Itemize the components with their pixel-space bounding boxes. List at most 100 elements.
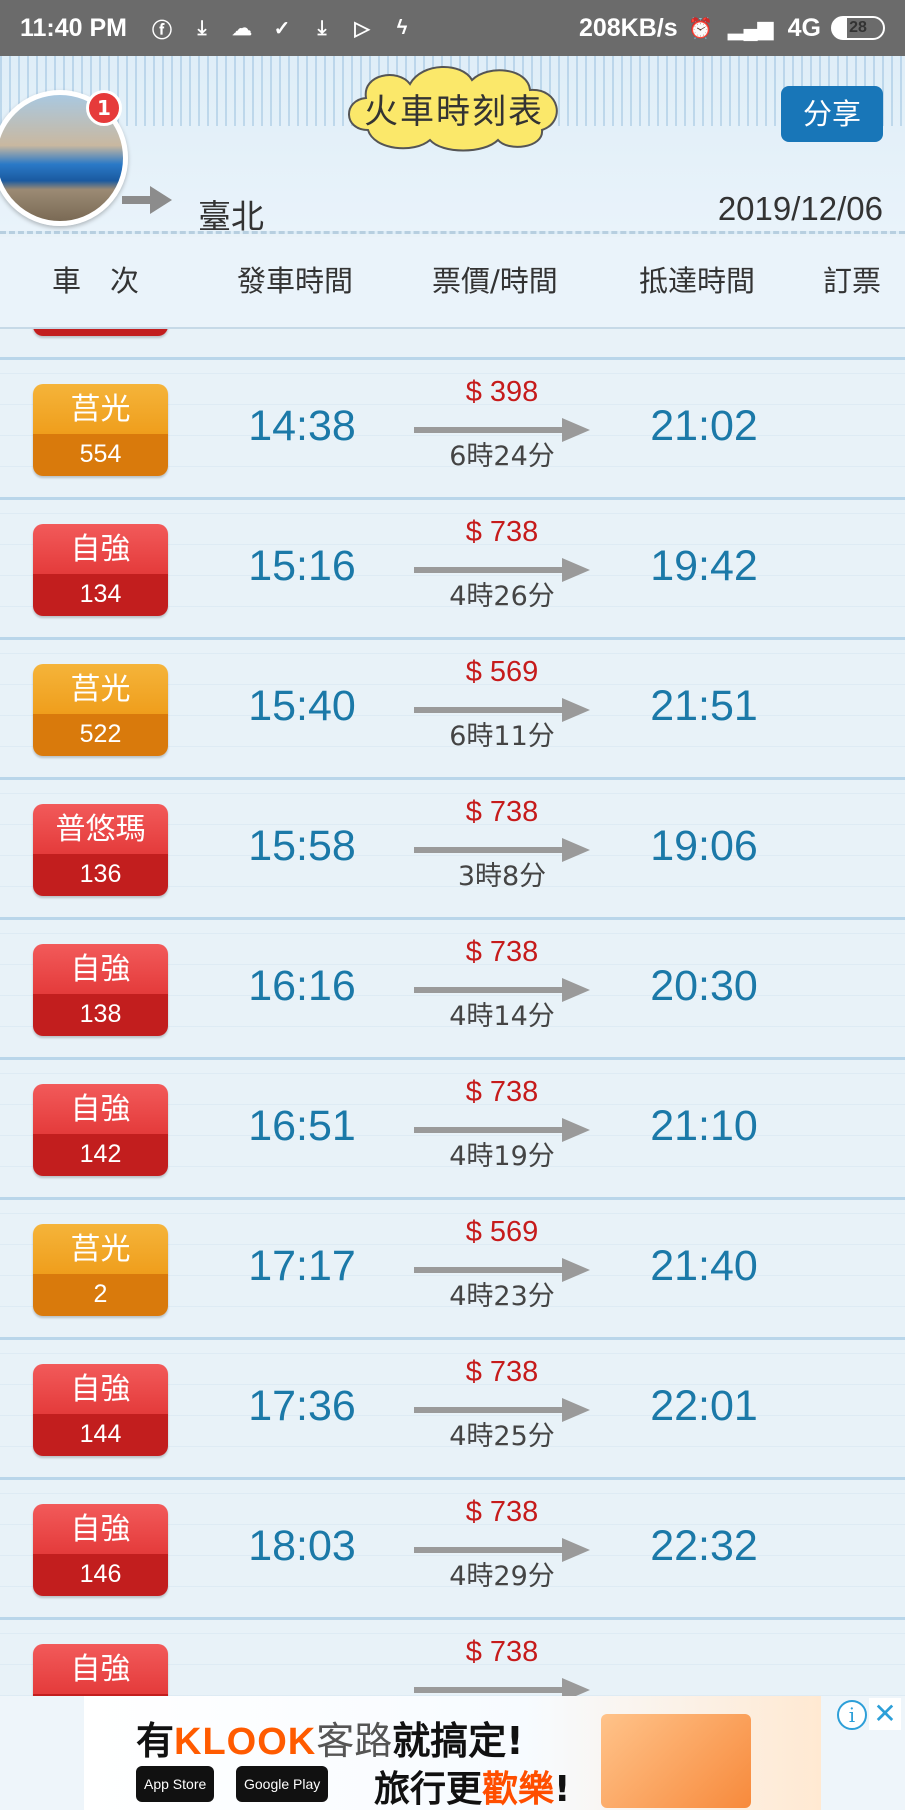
page-title: 火車時刻表 xyxy=(338,60,570,156)
page-title-text: 火車時刻表 xyxy=(364,91,544,132)
ad-text: 歡樂 xyxy=(482,1769,555,1810)
download-icon: ⤓ xyxy=(317,16,327,39)
travel-duration: 3時8分 xyxy=(457,861,547,892)
price-duration: $ 738 4時19分 xyxy=(412,1076,592,1186)
train-type: 自強 xyxy=(33,524,168,574)
notification-badge: 1 xyxy=(86,90,122,126)
app-header: 1 臺北 2019/12/06 火車時刻表 分享 xyxy=(0,56,905,236)
train-number: 136 xyxy=(33,854,168,896)
column-depart: 發車時間 xyxy=(237,264,354,298)
train-row[interactable]: 自強 138 16:16 $ 738 4時14分 20:30 xyxy=(0,920,905,1060)
price-duration: $ 569 4時23分 xyxy=(412,1216,592,1326)
train-number: 138 xyxy=(33,994,168,1036)
status-bar: 11:40 PM ⓕ ⤓ ☁ ✓ ⤓ ▷ ϟ 208KB/s ⏰ ▂▄▆ 4G … xyxy=(0,0,905,56)
train-type-chip[interactable]: 自強 142 xyxy=(33,1084,168,1176)
travel-duration: 4時26分 xyxy=(449,581,555,612)
train-number: 2 xyxy=(33,1274,168,1316)
train-type-chip[interactable]: 自強 144 xyxy=(33,1364,168,1456)
arrive-time: 21:51 xyxy=(650,682,758,730)
price-duration: $ 738 4時25分 xyxy=(412,1356,592,1466)
train-number: 554 xyxy=(33,434,168,476)
check-icon: ✓ xyxy=(273,17,291,40)
arrow-right-icon xyxy=(122,186,172,214)
travel-date[interactable]: 2019/12/06 xyxy=(718,190,883,228)
depart-time: 15:58 xyxy=(248,822,356,870)
train-row[interactable]: 自強 142 16:51 $ 738 4時19分 21:10 xyxy=(0,1060,905,1200)
train-row[interactable]: 莒光 2 17:17 $ 569 4時23分 21:40 xyxy=(0,1200,905,1340)
train-type-chip[interactable]: 莒光 2 xyxy=(33,1224,168,1316)
train-type-chip[interactable]: 普悠瑪 136 xyxy=(33,804,168,896)
train-number: 522 xyxy=(33,714,168,756)
train-number: 128 xyxy=(33,329,168,336)
messenger-icon: ϟ xyxy=(396,16,408,39)
arrive-time: 21:10 xyxy=(650,1102,758,1150)
cloud-icon: ☁ xyxy=(232,17,253,40)
facebook-icon: ⓕ xyxy=(152,19,173,42)
train-type-chip[interactable]: 莒光 554 xyxy=(33,384,168,476)
column-book: 訂票 xyxy=(823,264,882,298)
train-row[interactable]: 莒光 554 14:38 $ 398 6時24分 21:02 xyxy=(0,360,905,500)
arrive-time: 19:42 xyxy=(650,542,758,590)
ticket-price: $ 738 xyxy=(465,1076,539,1108)
price-duration: $ 738 4時14分 xyxy=(412,936,592,1046)
train-list[interactable]: 128 14:19 4時11分 18:30 莒光 554 14:38 $ 398… xyxy=(0,329,905,1696)
train-row[interactable]: 自強 144 17:36 $ 738 4時25分 22:01 xyxy=(0,1340,905,1480)
train-type-chip[interactable]: 莒光 522 xyxy=(33,664,168,756)
depart-time: 17:36 xyxy=(248,1382,356,1430)
price-duration: $ 738 4時26分 xyxy=(412,516,592,626)
ticket-price: $ 738 xyxy=(465,1496,539,1528)
train-type: 普悠瑪 xyxy=(33,804,168,854)
train-type-chip[interactable]: 自強 134 xyxy=(33,524,168,616)
arrive-time: 19:06 xyxy=(650,822,758,870)
ad-close-icon[interactable]: ✕ xyxy=(869,1698,901,1730)
column-arrive: 抵達時間 xyxy=(639,264,756,298)
train-row[interactable]: 128 14:19 4時11分 18:30 xyxy=(0,329,905,360)
train-type: 自強 xyxy=(33,1084,168,1134)
ad-subline: 旅行更歡樂! xyxy=(374,1760,570,1810)
train-number: 144 xyxy=(33,1414,168,1456)
price-duration: $ 569 6時11分 xyxy=(412,656,592,766)
ad-text: ! xyxy=(554,1769,571,1810)
arrow-right-icon xyxy=(414,1678,590,1696)
destination-station[interactable]: 臺北 xyxy=(198,190,264,238)
signal-icon: ▂▄▆ xyxy=(728,17,774,40)
ticket-price: $ 738 xyxy=(465,936,539,968)
price-duration: 4時11分 xyxy=(412,329,592,346)
alarm-icon: ⏰ xyxy=(688,17,714,40)
train-row[interactable]: 自強 146 18:03 $ 738 4時29分 22:32 xyxy=(0,1480,905,1620)
share-button[interactable]: 分享 xyxy=(781,86,883,142)
depart-time: 14:38 xyxy=(248,402,356,450)
arrive-time: 21:02 xyxy=(650,402,758,450)
travel-duration: 4時19分 xyxy=(449,1141,555,1172)
ad-content[interactable]: 有KLOOK客路就搞定! App Store Google Play 旅行更歡樂… xyxy=(84,1696,821,1810)
ticket-price: $ 738 xyxy=(465,516,539,548)
train-number: 146 xyxy=(33,1554,168,1596)
ad-headline: 有KLOOK客路就搞定! xyxy=(136,1710,524,1765)
ticket-price: $ 569 xyxy=(465,1216,539,1248)
train-number: 134 xyxy=(33,574,168,616)
battery-icon: 28 xyxy=(831,16,885,40)
battery-level: 28 xyxy=(849,19,867,36)
depart-time: 16:51 xyxy=(248,1102,356,1150)
train-type-chip[interactable]: 自強 138 xyxy=(33,944,168,1036)
ad-banner[interactable]: 有KLOOK客路就搞定! App Store Google Play 旅行更歡樂… xyxy=(0,1696,905,1810)
travel-duration: 4時14分 xyxy=(449,1001,555,1032)
play-store-icon: ▷ xyxy=(354,17,370,40)
train-number: 142 xyxy=(33,1134,168,1176)
train-row[interactable]: 普悠瑪 136 15:58 $ 738 3時8分 19:06 xyxy=(0,780,905,920)
net-speed: 208KB/s xyxy=(578,13,678,42)
train-type-chip[interactable]: 自強 xyxy=(33,1644,168,1696)
column-price-duration: 票價/時間 xyxy=(432,264,558,298)
google-play-badge[interactable]: Google Play xyxy=(236,1766,329,1802)
ad-info-icon[interactable]: i xyxy=(837,1700,867,1730)
train-row[interactable]: 自強 134 15:16 $ 738 4時26分 19:42 xyxy=(0,500,905,640)
column-train: 車 次 xyxy=(52,264,140,298)
train-type: 自強 xyxy=(33,1364,168,1414)
train-row[interactable]: 莒光 522 15:40 $ 569 6時11分 21:51 xyxy=(0,640,905,780)
train-type-chip[interactable]: 128 xyxy=(33,329,168,336)
app-store-badge[interactable]: App Store xyxy=(136,1766,215,1802)
train-row[interactable]: 自強 $ 738 xyxy=(0,1620,905,1696)
travel-duration: 6時11分 xyxy=(449,721,555,752)
arrive-time: 22:32 xyxy=(650,1522,758,1570)
train-type-chip[interactable]: 自強 146 xyxy=(33,1504,168,1596)
